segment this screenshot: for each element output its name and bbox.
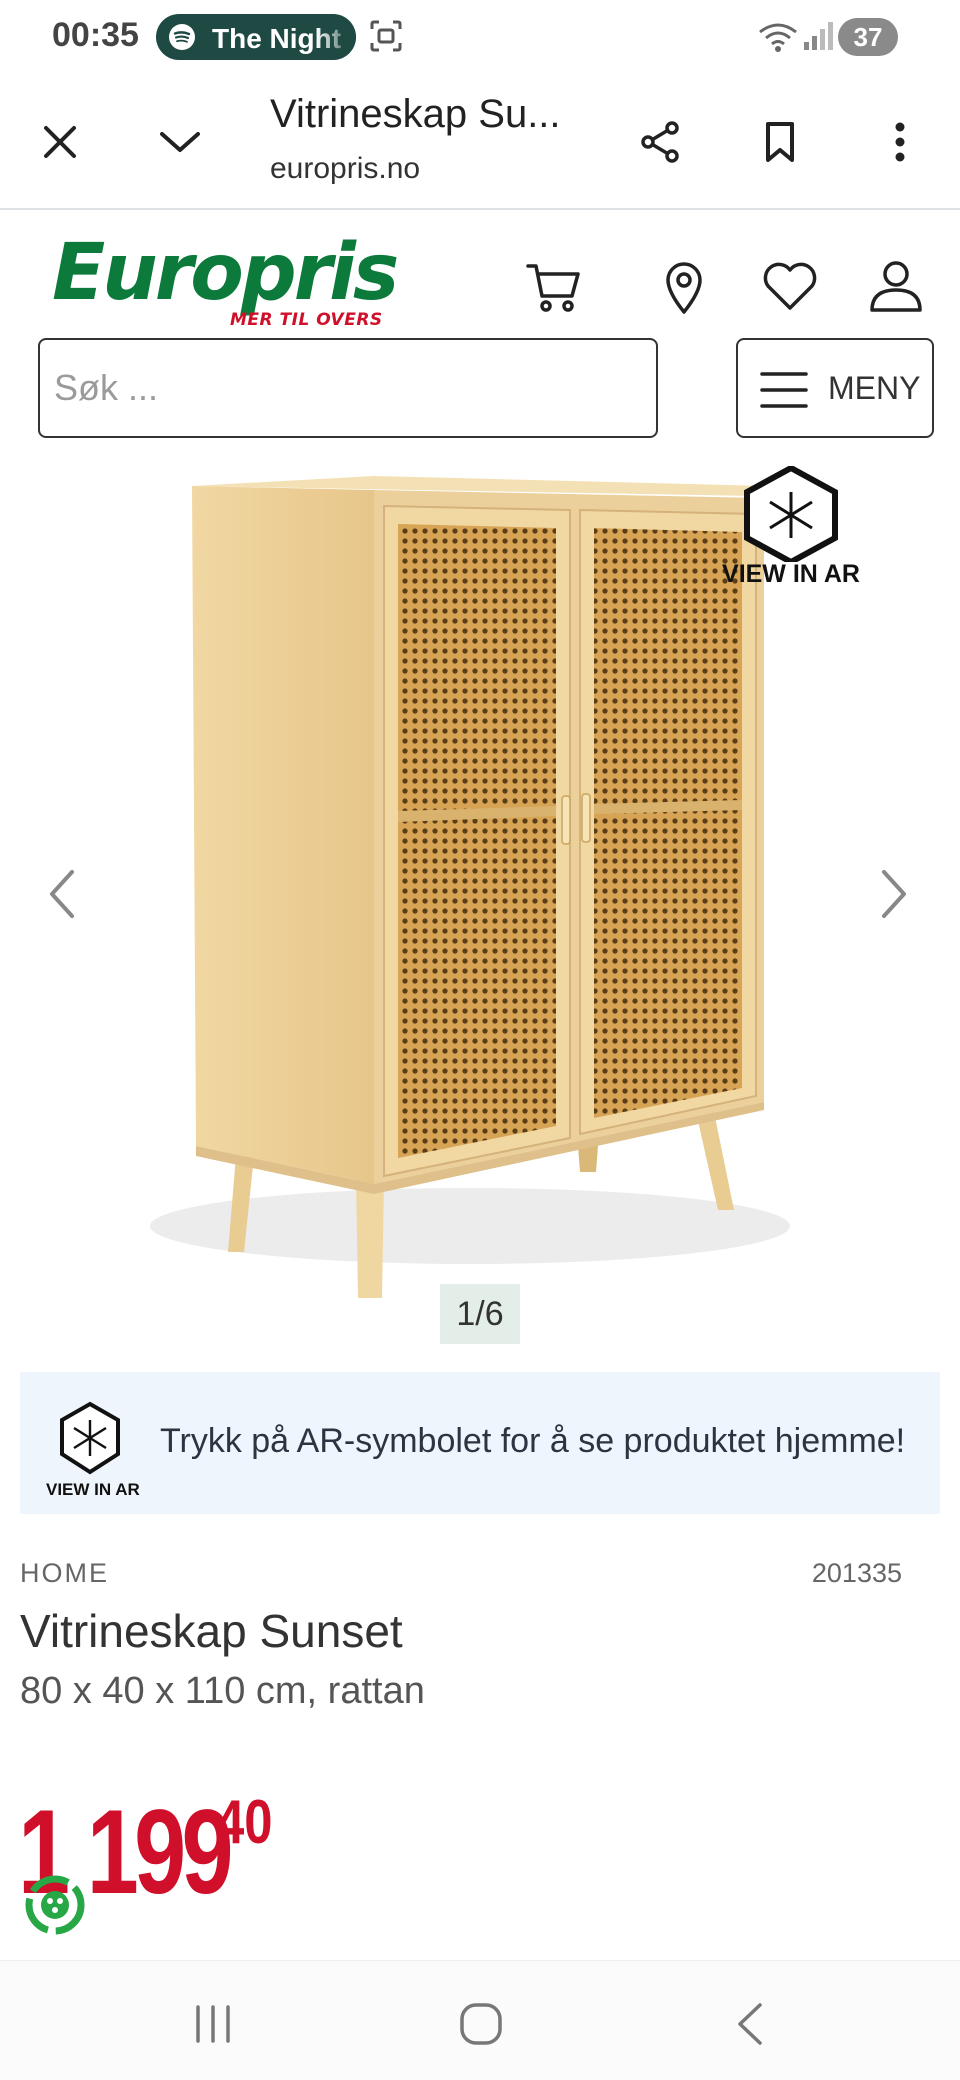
recent-apps-icon[interactable]: [188, 1999, 238, 2049]
battery-level: 37: [853, 22, 883, 52]
wifi-icon: [759, 23, 797, 52]
product-title: Vitrineskap Sunset: [20, 1605, 403, 1657]
eco-recycle-icon: [25, 1875, 85, 1935]
battery-indicator: 37: [838, 18, 898, 56]
status-bar: 00:35 The Night 37: [0, 0, 960, 74]
logo-tagline: MER TIL OVERS: [230, 310, 383, 330]
pill-fade: [316, 14, 356, 60]
bookmark-icon[interactable]: [756, 118, 804, 166]
system-navigation-bar: [0, 1960, 960, 2080]
media-playing-pill[interactable]: The Night: [156, 14, 356, 60]
ar-banner-icon-label: VIEW IN AR: [46, 1480, 140, 1499]
more-options-icon[interactable]: [876, 118, 924, 166]
page-title[interactable]: Vitrineskap Su...: [270, 92, 561, 137]
spotify-icon: [169, 24, 195, 50]
search-input[interactable]: [40, 340, 656, 436]
status-time: 00:35: [52, 16, 139, 54]
product-category[interactable]: HOME: [20, 1558, 109, 1589]
signal-icon: [804, 22, 833, 50]
product-image-gallery[interactable]: VIEW IN AR 1/6: [0, 466, 960, 1346]
menu-button[interactable]: MENY: [736, 338, 934, 438]
product-subtitle: 80 x 40 x 110 cm, rattan: [20, 1670, 425, 1712]
europris-logo[interactable]: Europris: [52, 228, 399, 318]
close-icon[interactable]: [36, 118, 84, 166]
view-in-ar-button[interactable]: VIEW IN AR: [716, 466, 866, 592]
site-header: Europris MER TIL OVERS MENY: [0, 210, 960, 466]
image-counter: 1/6: [440, 1284, 520, 1344]
product-image-cabinet[interactable]: [0, 466, 960, 1346]
ar-cube-icon: [744, 466, 838, 562]
home-icon[interactable]: [456, 1999, 506, 2049]
cart-icon[interactable]: [524, 256, 584, 316]
product-sku: 201335: [811, 1558, 902, 1588]
page-url[interactable]: europris.no: [270, 152, 420, 186]
store-location-icon[interactable]: [654, 256, 714, 316]
share-icon[interactable]: [636, 118, 684, 166]
previous-image-chevron-left-icon[interactable]: [42, 864, 82, 924]
ar-banner-text: Trykk på AR-symbolet for å se produktet …: [160, 1422, 906, 1460]
chevron-down-icon[interactable]: [156, 118, 204, 166]
favorites-heart-icon[interactable]: [760, 256, 820, 316]
next-image-chevron-right-icon[interactable]: [874, 864, 914, 924]
browser-toolbar: Vitrineskap Su... europris.no: [0, 74, 960, 210]
view-in-ar-label: VIEW IN AR: [722, 560, 860, 588]
back-icon[interactable]: [726, 1999, 776, 2049]
ar-info-banner: VIEW IN AR Trykk på AR-symbolet for å se…: [20, 1372, 940, 1514]
price-decimal: 40: [216, 1788, 273, 1857]
search-field[interactable]: [38, 338, 658, 438]
screen-capture-icon: [370, 20, 402, 52]
ar-cube-icon: [60, 1401, 120, 1475]
user-account-icon[interactable]: [866, 256, 926, 316]
menu-label: MENY: [828, 370, 921, 406]
hamburger-icon: [760, 372, 808, 408]
